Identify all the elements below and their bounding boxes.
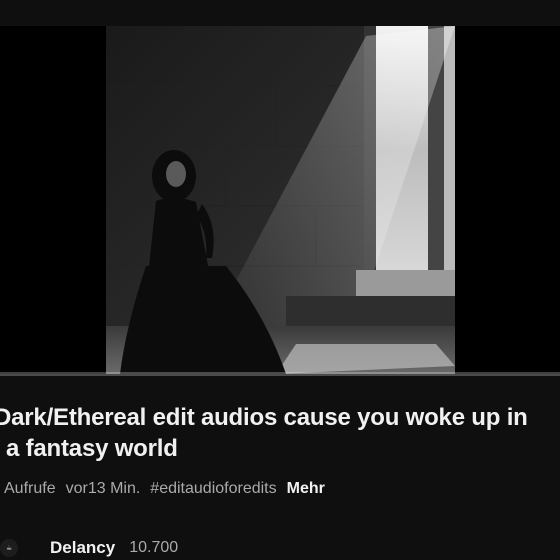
channel-avatar[interactable]: ☕	[0, 539, 18, 557]
video-title: Dark/Ethereal edit audios cause you woke…	[0, 402, 560, 464]
view-count: Aufrufe	[4, 480, 56, 497]
channel-name[interactable]: Delancy	[50, 538, 115, 558]
hashtag-link[interactable]: #editaudioforedits	[150, 480, 276, 498]
progress-bar[interactable]	[0, 372, 560, 376]
video-metadata[interactable]: Aufrufe vor13 Min. #editaudioforedits Me…	[4, 478, 325, 500]
video-frame	[106, 26, 455, 374]
video-title-line-2: a fantasy world	[6, 435, 178, 462]
video-thumbnail-image	[106, 26, 455, 374]
subscriber-count: 10.700	[129, 539, 179, 556]
video-player[interactable]	[0, 26, 560, 374]
video-title-line-1: Dark/Ethereal edit audios cause you woke…	[0, 404, 528, 431]
top-bar	[0, 0, 560, 26]
channel-row[interactable]: ☕ Delancy 10.700	[0, 536, 560, 560]
more-button[interactable]: Mehr	[287, 480, 325, 498]
upload-age: vor13 Min.	[65, 480, 141, 497]
